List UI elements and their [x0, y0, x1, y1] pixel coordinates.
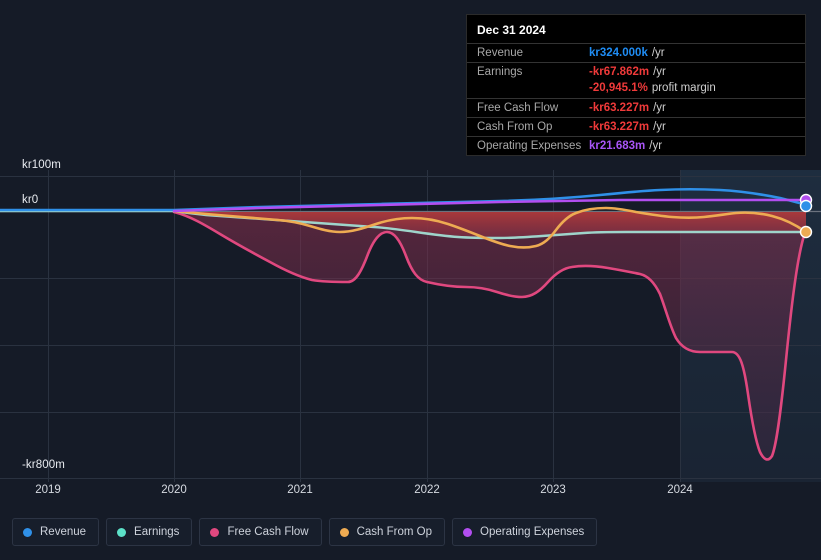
- x-tick-2019: 2019: [35, 484, 61, 496]
- legend-item-operating-expenses[interactable]: Operating Expenses: [452, 518, 598, 546]
- legend-dot-free-cash-flow-icon: [210, 527, 220, 537]
- tooltip-row-free-cash-flow: Free Cash Flow -kr63.227m /yr: [467, 98, 805, 117]
- legend-dot-cash-from-op-icon: [339, 527, 349, 537]
- legend-item-revenue[interactable]: Revenue: [12, 518, 100, 546]
- legend-label-operating-expenses: Operating Expenses: [480, 526, 585, 538]
- legend-item-cash-from-op[interactable]: Cash From Op: [328, 518, 446, 546]
- tooltip-value-free-cash-flow: -kr63.227m: [589, 102, 650, 114]
- tooltip-label-earnings: Earnings: [477, 66, 523, 78]
- tooltip-value-revenue: kr324.000k: [589, 47, 648, 59]
- tooltip-label-cash-from-op: Cash From Op: [477, 121, 553, 133]
- endpoint-cash-from-op: [799, 225, 813, 239]
- tooltip-unit-earnings: /yr: [653, 66, 666, 78]
- x-tick-2021: 2021: [287, 484, 313, 496]
- legend-dot-earnings-icon: [117, 527, 127, 537]
- x-tick-2023: 2023: [540, 484, 566, 496]
- chart-tooltip: Dec 31 2024 Revenue kr324.000k /yr Earni…: [466, 14, 806, 156]
- tooltip-label-free-cash-flow: Free Cash Flow: [477, 102, 559, 114]
- legend-dot-revenue-icon: [23, 527, 32, 537]
- tooltip-value-earnings: -kr67.862m: [589, 66, 650, 78]
- legend-label-revenue: Revenue: [40, 526, 87, 538]
- tooltip-row-earnings: Earnings -kr67.862m /yr: [467, 62, 805, 81]
- y-axis-label-zero: kr0: [22, 194, 39, 206]
- endpoint-revenue: [799, 199, 813, 213]
- y-axis-label-bottom: -kr800m: [22, 459, 65, 471]
- x-axis: 2019 2020 2021 2022 2023 2024: [0, 484, 821, 506]
- plot-area[interactable]: [0, 170, 821, 482]
- legend-item-free-cash-flow[interactable]: Free Cash Flow: [199, 518, 322, 546]
- legend-dot-operating-expenses-icon: [463, 527, 473, 537]
- tooltip-row-cash-from-op: Cash From Op -kr63.227m /yr: [467, 117, 805, 136]
- tooltip-value-profit-margin: -20,945.1%: [589, 82, 648, 94]
- tooltip-unit-revenue: /yr: [651, 47, 665, 59]
- tooltip-row-profit-margin: -20,945.1% profit margin: [467, 81, 805, 98]
- y-axis-label-top: kr100m: [22, 159, 61, 171]
- x-tick-2024: 2024: [667, 484, 693, 496]
- tooltip-label-revenue: Revenue: [477, 47, 524, 59]
- tooltip-unit-operating-expenses: /yr: [649, 140, 663, 152]
- legend-label-free-cash-flow: Free Cash Flow: [227, 526, 309, 538]
- tooltip-unit-cash-from-op: /yr: [653, 121, 666, 133]
- tooltip-unit-free-cash-flow: /yr: [653, 102, 666, 114]
- tooltip-row-operating-expenses: Operating Expenses kr21.683m /yr: [467, 136, 805, 155]
- x-tick-2022: 2022: [414, 484, 440, 496]
- x-tick-2020: 2020: [161, 484, 187, 496]
- financial-performance-chart: kr100m kr0 -kr800m 2019 2020 2021 2022 2…: [0, 0, 821, 560]
- legend-item-earnings[interactable]: Earnings: [106, 518, 193, 546]
- tooltip-value-operating-expenses: kr21.683m: [589, 140, 646, 152]
- tooltip-date: Dec 31 2024: [477, 23, 546, 37]
- tooltip-row-revenue: Revenue kr324.000k /yr: [467, 43, 805, 62]
- tooltip-value-cash-from-op: -kr63.227m: [589, 121, 650, 133]
- tooltip-unit-profit-margin: profit margin: [651, 82, 716, 94]
- tooltip-label-operating-expenses: Operating Expenses: [477, 140, 582, 152]
- plot-svg: [0, 170, 821, 482]
- legend-label-earnings: Earnings: [134, 526, 180, 538]
- chart-legend: Revenue Earnings Free Cash Flow Cash Fro…: [12, 518, 598, 546]
- legend-label-cash-from-op: Cash From Op: [356, 526, 433, 538]
